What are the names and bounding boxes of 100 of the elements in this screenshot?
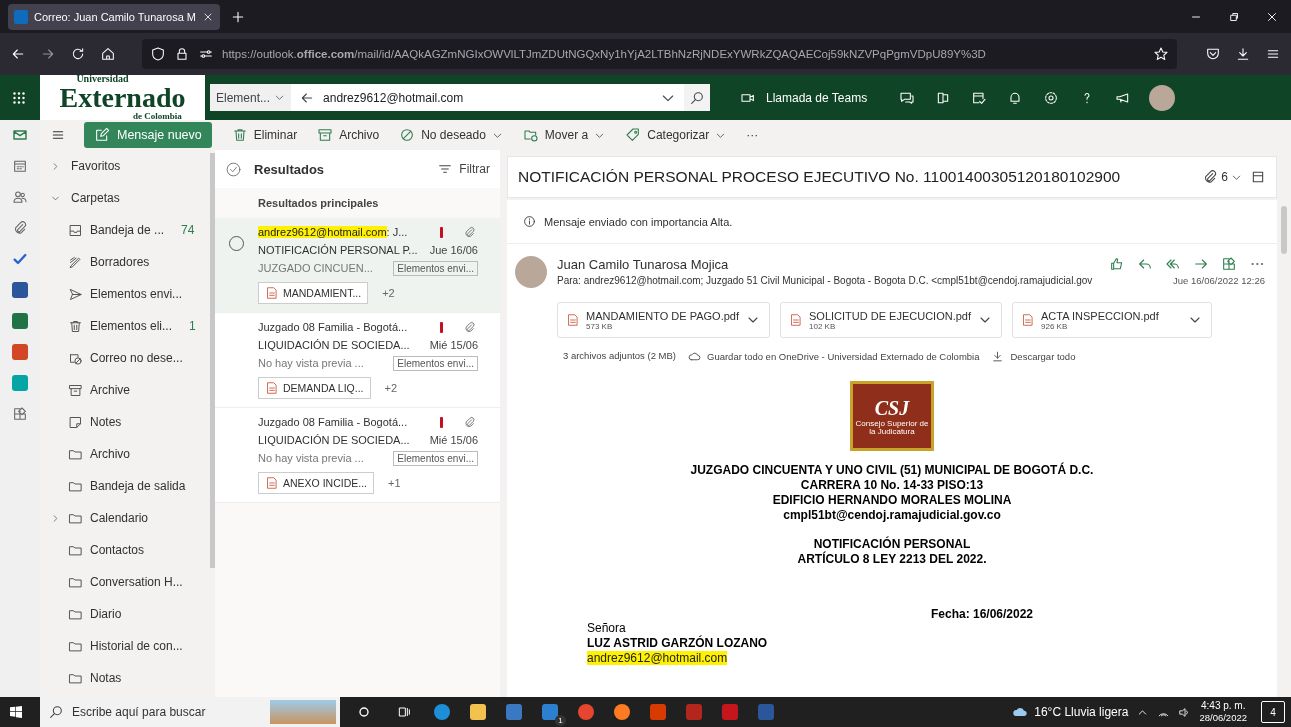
select-all-icon[interactable] (225, 160, 242, 178)
calendar-icon[interactable] (12, 158, 28, 174)
home-icon[interactable] (100, 46, 116, 62)
teams-call-button[interactable]: Llamada de Teams (740, 89, 868, 106)
download-icon[interactable] (1235, 46, 1251, 62)
letter-date: Fecha: 16/06/2022 (930, 607, 1034, 621)
address-bar[interactable]: https://outlook.office.com/mail/id/AAQkAGZmNGIxOWVlLTJmZDUtNGQxNy1hYjA2LTBhNzRjNDExYWRkZQAQAECoj59kNZVPqPgmVDpU89Y%3D (142, 39, 1177, 69)
filter-button[interactable]: Filtrar (437, 161, 490, 177)
toolbar-button[interactable]: Mover a (514, 122, 614, 148)
reload-icon[interactable] (70, 46, 86, 62)
folder-group[interactable]: Favoritos (40, 150, 210, 182)
results-title: Resultados (254, 161, 326, 177)
apps-icon[interactable] (12, 406, 28, 422)
folder-item[interactable]: Notes (40, 406, 210, 438)
folder-item[interactable]: Archive (40, 374, 210, 406)
tag-icon (625, 127, 642, 143)
unread-badge: 1 (555, 715, 566, 726)
attachment-chip[interactable]: MANDAMIENT... (258, 282, 369, 304)
forward-icon[interactable] (1193, 256, 1209, 272)
apps-icon[interactable] (1221, 256, 1237, 272)
attachment-count-button[interactable]: 6 (1202, 169, 1242, 185)
folder-group[interactable]: Carpetas (40, 182, 210, 214)
sender-name[interactable]: Juan Camilo Tunarosa Mojica (557, 256, 1101, 272)
attachment-card[interactable]: MANDAMIENTO DE PAGO.pdf 573 KB (557, 302, 770, 338)
search-scope-dropdown[interactable]: Element... (210, 84, 292, 111)
paperclip-icon (1202, 169, 1219, 185)
folder-item[interactable]: Conversation H... (40, 566, 210, 598)
user-avatar[interactable] (1149, 84, 1176, 111)
university-logo[interactable]: Universidad Externado de Colombia (40, 75, 205, 120)
salutation: Señora (587, 621, 626, 636)
people-icon[interactable] (12, 189, 28, 205)
pocket-icon[interactable] (1205, 46, 1221, 62)
new-message-button[interactable]: Mensaje nuevo (84, 122, 212, 148)
checkmark-icon[interactable] (12, 251, 28, 267)
forward-icon[interactable] (40, 46, 56, 62)
attachment-card[interactable]: SOLICITUD DE EJECUCION.pdf 102 KB (780, 302, 1002, 338)
folder-item[interactable]: Archivo (40, 438, 210, 470)
chrome-browser-icon[interactable] (578, 704, 594, 720)
attachments-summary: 3 archivos adjuntos (2 MB) (563, 350, 676, 363)
folder-item[interactable]: Elementos envi... (40, 278, 210, 310)
folder-item[interactable]: Diario (40, 598, 210, 630)
reply-all-icon[interactable] (1165, 256, 1181, 272)
more-attachments-count: +1 (388, 477, 401, 489)
blocked-icon (399, 127, 416, 143)
taskbar-clock[interactable]: 4:43 p. m. 28/06/2022 (1199, 700, 1247, 724)
settings-icon[interactable] (1043, 89, 1060, 106)
folder-item[interactable]: Correo no dese... (40, 342, 210, 374)
firefox-browser-icon[interactable] (614, 704, 630, 720)
back-icon[interactable] (10, 46, 26, 62)
attachment-chip[interactable]: ANEXO INCIDE... (258, 472, 374, 494)
archive-box-icon (68, 382, 83, 398)
folder-item[interactable]: Contactos (40, 534, 210, 566)
panel-icon[interactable] (1250, 169, 1266, 185)
mail-icon[interactable] (12, 127, 28, 143)
folder-item[interactable]: Elementos eli... 1 (40, 310, 210, 342)
message-preview: No hay vista previa ... (258, 357, 365, 369)
weather-widget[interactable]: 16°C Lluvia ligera (1012, 704, 1129, 720)
message-date: Mié 15/06 (429, 434, 478, 446)
paperclip-icon[interactable] (12, 220, 28, 236)
cortana-icon[interactable] (356, 704, 372, 720)
edge-browser-icon[interactable] (434, 704, 450, 720)
sender-avatar (515, 256, 547, 288)
star-icon[interactable] (1153, 46, 1169, 62)
toolbar-button[interactable]: Archivo (309, 122, 388, 148)
search-field[interactable]: Element... andrez9612@hotmail.com (210, 84, 710, 111)
message-item[interactable]: Juzgado 08 Familia - Bogotá... LIQUIDACIÓN DE SOCIEDA... Mié 15/06 No hay vista previa ... Elementos envi... ANEXO INCIDE... +1 (215, 408, 500, 503)
folder-tag: Elementos envi... (393, 355, 478, 371)
search-button[interactable] (684, 84, 710, 111)
mail-app-icon[interactable] (542, 704, 558, 720)
folder-item[interactable]: Bandeja de ... 74 (40, 214, 210, 246)
toolbar-button[interactable]: Categorizar (617, 122, 735, 148)
notification-center-button[interactable]: 4 (1261, 701, 1285, 723)
attachment-card[interactable]: ACTA INSPECCION.pdf 926 KB (1012, 302, 1212, 338)
more-button[interactable]: ··· (738, 122, 767, 148)
reply-icon[interactable] (1137, 256, 1153, 272)
message-date: Jue 16/06 (429, 244, 478, 256)
more-attachments-count: +2 (384, 382, 398, 394)
toolbar-button[interactable]: Eliminar (223, 122, 306, 148)
folder-item[interactable]: Historial de con... (40, 630, 210, 662)
lock-icon (174, 46, 190, 62)
taskbar-search-field[interactable]: Escribe aquí para buscar (40, 697, 340, 727)
letter-title-line: ARTÍCULO 8 LEY 2213 DEL 2022. (797, 552, 987, 567)
folder-item[interactable]: Notas (40, 662, 210, 694)
toolbar-button[interactable]: No deseado (391, 122, 511, 148)
attachment-chip[interactable]: DEMANDA LIQ... (258, 377, 371, 399)
browser-tab[interactable]: Correo: Juan Camilo Tunarosa M (8, 3, 220, 30)
message-item[interactable]: andrez9612@hotmail.com: J... NOTIFICACIÓN PERSONAL P... Jue 16/06 JUZGADO CINCUEN... Elementos envi... MANDAMIENT... +2 (215, 218, 500, 313)
search-icon (689, 89, 705, 106)
download-all-link[interactable]: Descargar todo (991, 350, 1076, 363)
folder-item[interactable]: Calendario (40, 502, 210, 534)
send-icon (68, 286, 83, 302)
message-item[interactable]: Juzgado 08 Familia - Bogotá... LIQUIDACIÓN DE SOCIEDA... Mié 15/06 No hay vista previa ... Elementos envi... DEMANDA LIQ... +2 (215, 313, 500, 408)
letter-heading-line: cmpl51bt@cendoj.ramajudicial.gov.co (783, 508, 1001, 523)
task-view-icon[interactable] (396, 704, 412, 720)
save-to-onedrive-link[interactable]: Guardar todo en OneDrive - Universidad Externado de Colombia (688, 350, 980, 363)
search-highlight-picture (270, 700, 336, 724)
folder-item[interactable]: Borradores (40, 246, 210, 278)
windows-start-icon[interactable] (8, 704, 24, 720)
folder-item[interactable]: Bandeja de salida (40, 470, 210, 502)
like-icon[interactable] (1109, 256, 1125, 272)
